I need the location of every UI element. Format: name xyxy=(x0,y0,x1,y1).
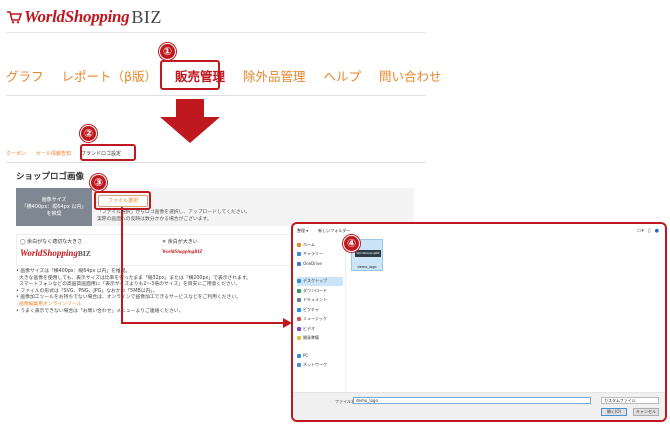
file-thumbnail: WorldShoppingBIZ xyxy=(355,250,381,257)
video-icon xyxy=(297,326,301,331)
note-item: • 画像加工ツールをお持ちでない場合は、オンラインで画像加工できるサービスなどを… xyxy=(16,295,241,301)
sidebar-item-onedrive[interactable]: OneDrive xyxy=(297,259,343,269)
preview-pane-icon[interactable]: ▯ xyxy=(648,228,651,234)
sidebar-item-pictures[interactable]: ピクチャ xyxy=(297,305,343,315)
subtab-divider xyxy=(6,162,426,163)
nav-item-contact[interactable]: 問い合わせ xyxy=(379,66,442,92)
sidebar-item-music[interactable]: ミュージック xyxy=(297,315,343,325)
desktop-icon xyxy=(297,279,301,284)
example-bad-label: ✕ 余白が大きい xyxy=(162,239,198,245)
cancel-button[interactable]: キャンセル xyxy=(633,408,659,416)
cart-icon xyxy=(7,11,22,24)
tab-sale-notice[interactable]: セール情報告知 xyxy=(36,150,71,160)
image-size-line2: 「横400px：縦64px 以内」 xyxy=(21,204,87,210)
down-arrow-icon xyxy=(160,117,220,143)
picture-icon xyxy=(297,307,301,312)
network-icon xyxy=(297,363,301,368)
note-item: スマートフォンなどの高画質画面用に「表示サイズよりも2〜3倍のサイズ」を目安にご… xyxy=(19,282,241,288)
filename-input[interactable]: demo_logo xyxy=(353,397,591,404)
sidebar-item-downloads[interactable]: ダウンロード xyxy=(297,286,343,296)
connector-line xyxy=(121,322,285,324)
folder-icon xyxy=(297,336,301,341)
dialog-footer: ファイル名(N): demo_logo カスタムファイル 開く(O) キャンセル xyxy=(293,392,665,420)
tab-coupon[interactable]: クーポン xyxy=(6,150,26,160)
filetype-select[interactable]: カスタムファイル xyxy=(601,397,659,404)
file-name-label: demo_logo xyxy=(357,265,377,269)
connector-line xyxy=(121,207,123,323)
step-badge-4: ④ xyxy=(343,235,360,252)
logo-suffix: BIZ xyxy=(131,6,162,27)
sidebar-item-documents[interactable]: ドキュメント xyxy=(297,296,343,306)
sidebar-divider xyxy=(345,240,346,400)
note-item: • 画像サイズは「横400px：縦64px 以内」を推奨。 xyxy=(16,269,131,274)
nav-item-graph[interactable]: グラフ xyxy=(6,66,44,92)
sidebar-item-videos[interactable]: ビデオ xyxy=(297,324,343,334)
dialog-sidebar: ホーム ギャラリー OneDrive デスクトップ ダウンロード ドキュメント … xyxy=(297,240,343,400)
gallery-icon xyxy=(297,252,301,257)
sidebar-item-pc[interactable]: PC xyxy=(297,351,343,361)
header-divider xyxy=(6,32,426,33)
document-icon xyxy=(297,298,301,303)
notes-list: • 画像サイズは「横400px：縦64px 以内」を推奨。 大きな画像を使用して… xyxy=(16,269,316,315)
organize-menu[interactable]: 整理 ▾ xyxy=(297,228,308,237)
note-item: • うまく表示できない場合は「お問い合わせ」メニューよりご連絡ください。 xyxy=(16,308,184,314)
step1-highlight xyxy=(160,60,220,90)
help-icon[interactable]: ● xyxy=(655,228,659,234)
nav-item-help[interactable]: ヘルプ xyxy=(324,66,362,92)
new-folder-button[interactable]: 新しいフォルダー xyxy=(318,228,350,237)
nav-item-excluded[interactable]: 除外品管理 xyxy=(243,66,306,92)
site-logo[interactable]: WorldShopping BIZ xyxy=(6,6,162,28)
cloud-icon xyxy=(297,261,301,266)
sidebar-item-home[interactable]: ホーム xyxy=(297,240,343,250)
image-size-line1: 画像サイズ xyxy=(41,197,67,203)
view-icon[interactable]: ▭▾ xyxy=(637,228,644,234)
example-good-logo: WorldShoppingBIZ xyxy=(20,248,91,258)
note-link[interactable]: 画像編集用オンラインツール xyxy=(16,302,316,309)
open-button[interactable]: 開く(O) xyxy=(601,408,627,416)
down-arrow-stem xyxy=(176,99,204,117)
music-icon xyxy=(297,317,301,322)
upload-instruction-2: 実際の画面への反映は数分かかる場合がございます。 xyxy=(97,216,212,222)
home-icon xyxy=(297,242,301,247)
sidebar-item-desktop[interactable]: デスクトップ xyxy=(297,276,343,286)
image-size-label: 画像サイズ 「横400px：縦64px 以内」 を推奨 xyxy=(16,188,92,226)
image-size-line3: を推奨 xyxy=(46,211,62,217)
logo-word: WorldShopping xyxy=(24,7,130,26)
section-title: ショップロゴ画像 xyxy=(16,172,85,182)
pc-icon xyxy=(297,353,301,358)
upload-instructions: 「ファイル選択」からロゴ画像を選択し、アップロードしてください。 実際の画面への… xyxy=(97,210,297,223)
step-badge-2: ② xyxy=(80,125,97,142)
nav-item-report[interactable]: レポート（β版） xyxy=(62,66,157,92)
example-good-label: ◯ 余白がなく適切な大きさ xyxy=(20,239,83,245)
sidebar-item-folder[interactable]: 開発準備 xyxy=(297,334,343,344)
download-icon xyxy=(297,288,301,293)
example-bad-logo: WorldShoppingBIZ xyxy=(162,250,203,255)
sidebar-item-network[interactable]: ネットワーク xyxy=(297,361,343,371)
file-open-dialog: 整理 ▾ 新しいフォルダー ▭▾ ▯ ● ホーム ギャラリー OneDrive … xyxy=(291,222,667,422)
nav-divider xyxy=(6,95,426,96)
step-badge-3: ③ xyxy=(90,174,107,191)
step-badge-1: ① xyxy=(159,43,176,60)
step2-highlight xyxy=(80,144,136,161)
sidebar-item-gallery[interactable]: ギャラリー xyxy=(297,250,343,260)
